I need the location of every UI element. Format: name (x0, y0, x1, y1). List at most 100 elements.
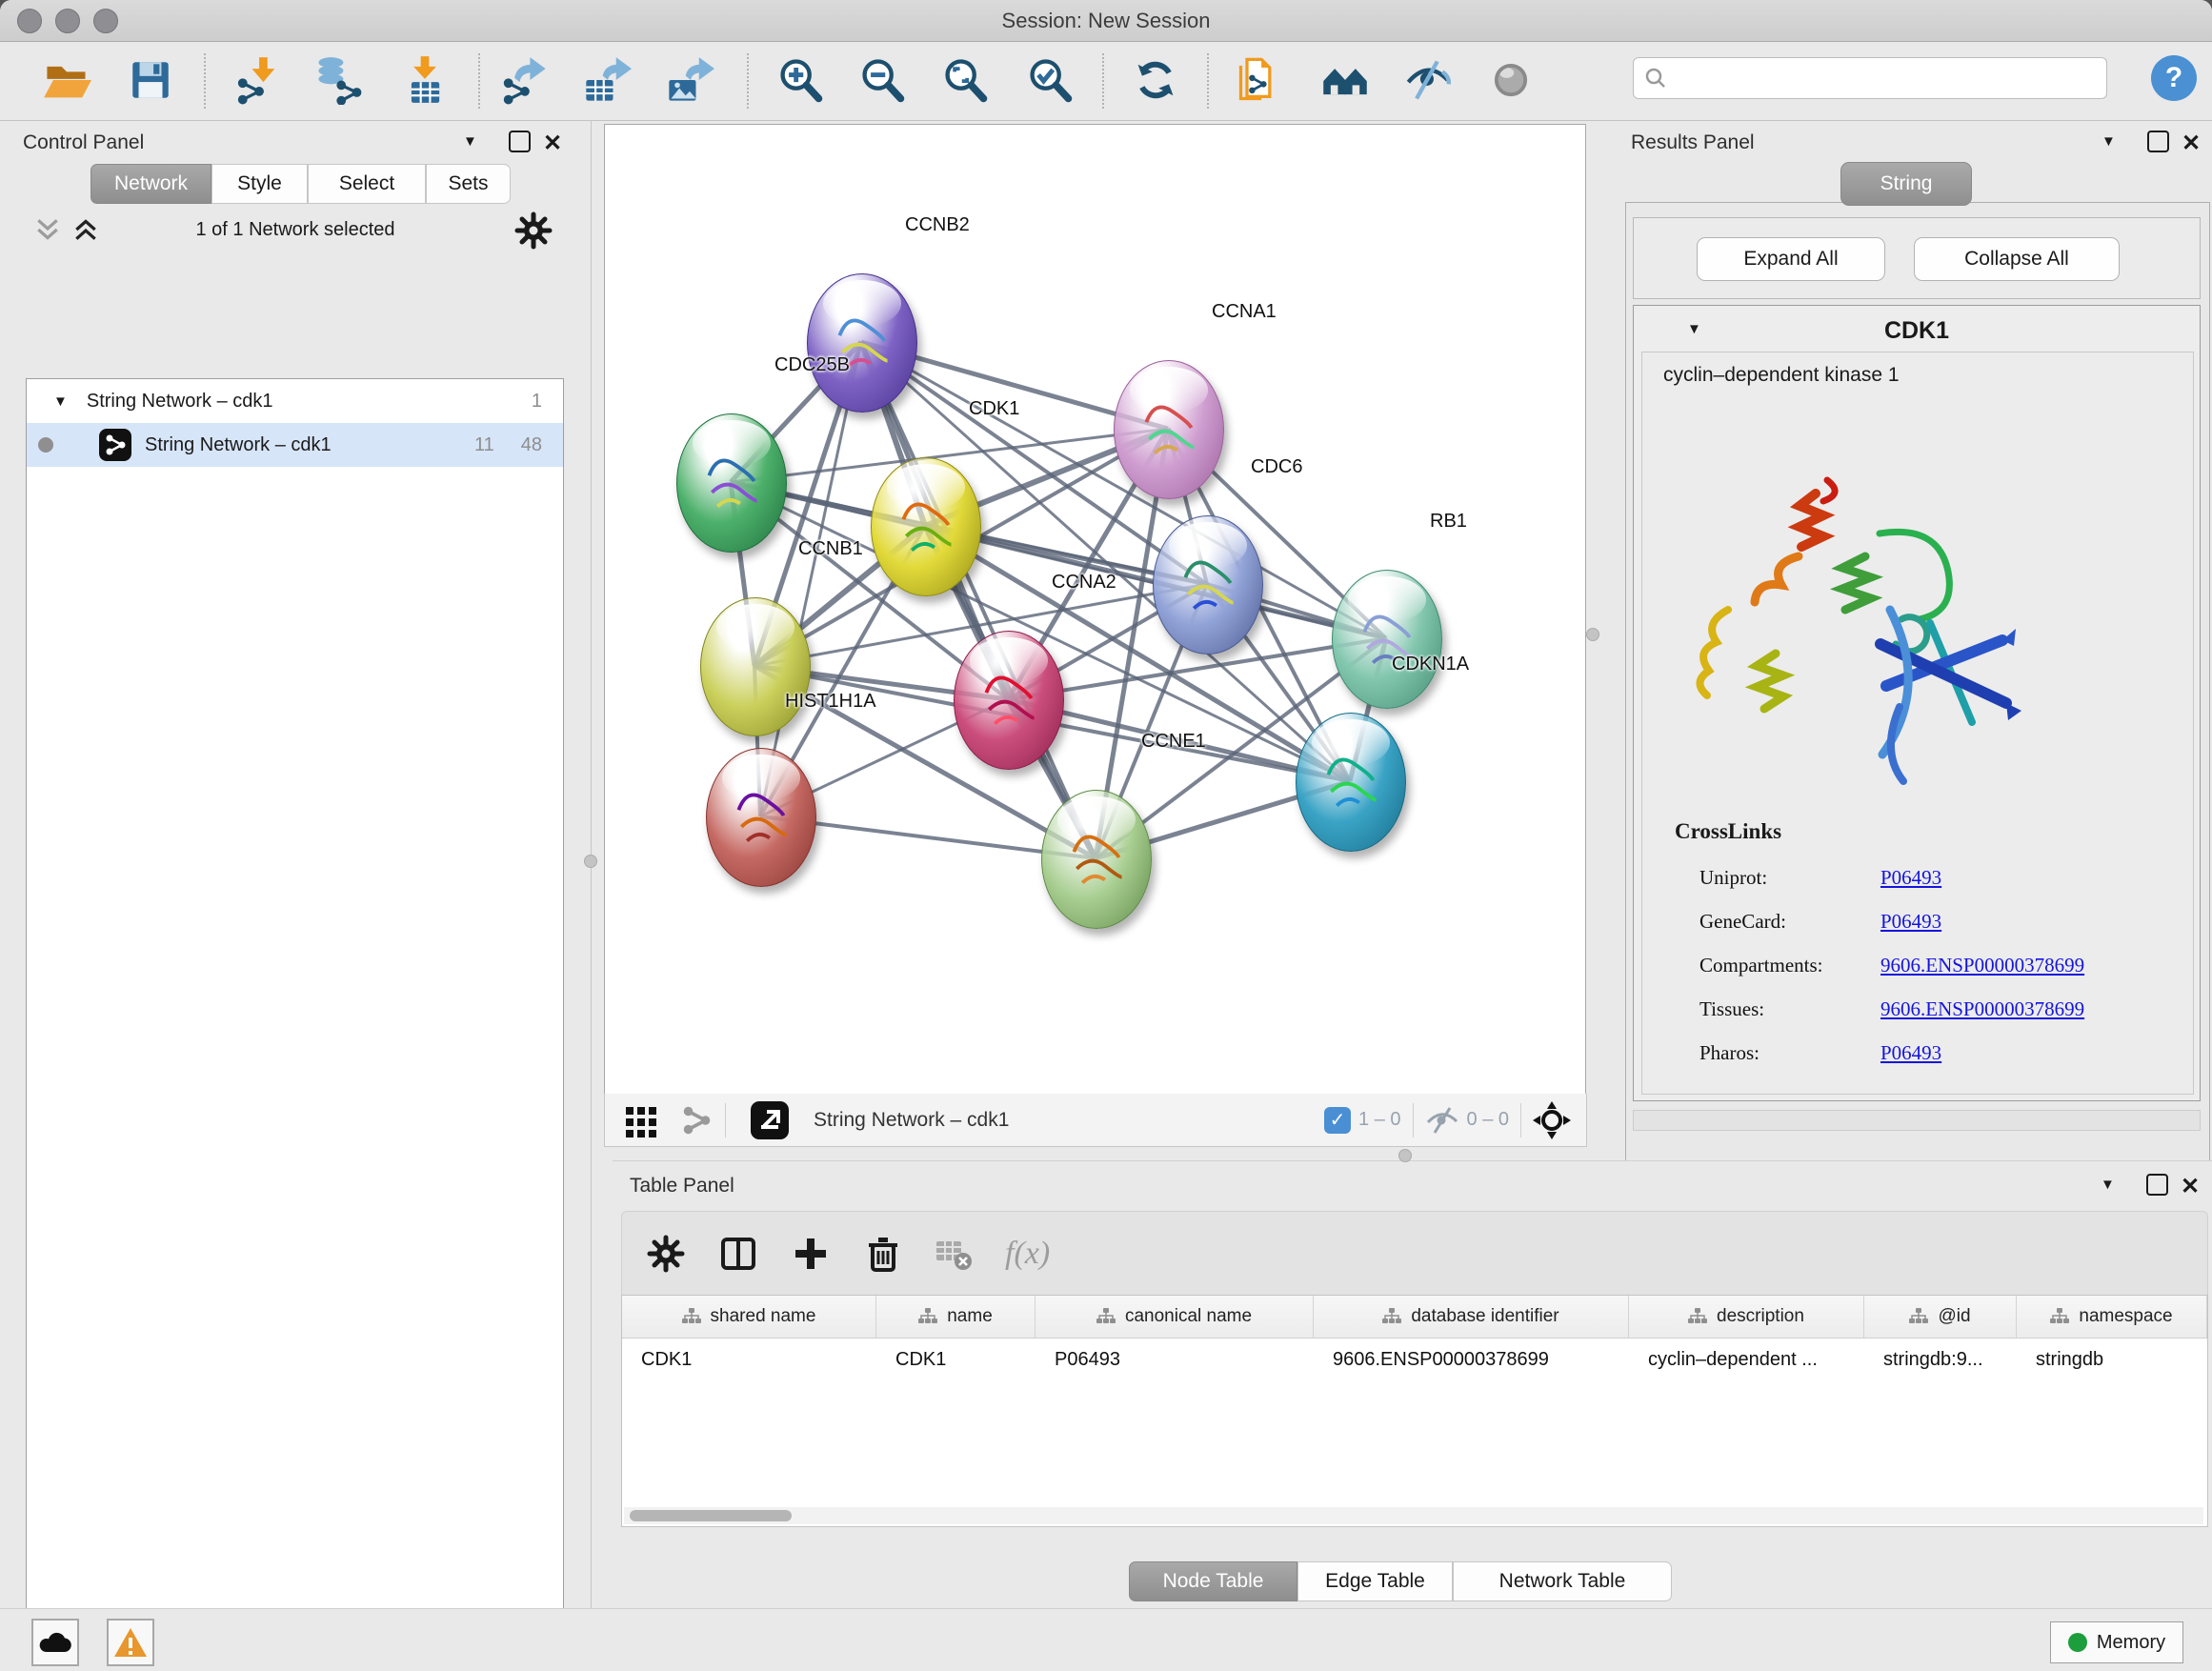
left-splitter-handle[interactable] (584, 855, 597, 868)
toolbar-separator (478, 53, 480, 109)
column-header-label: namespace (2079, 1306, 2172, 1327)
gear-icon[interactable] (514, 211, 553, 254)
network-node-cdkn1a[interactable] (1296, 713, 1406, 852)
tab-network[interactable]: Network (90, 164, 211, 204)
tab-string[interactable]: String (1840, 162, 1972, 206)
network-row-label: String Network – cdk1 (145, 434, 332, 456)
protein-thumbnail (819, 288, 905, 400)
right-splitter-handle[interactable] (1586, 628, 1599, 641)
export-image-button[interactable] (663, 53, 716, 107)
tab-style[interactable]: Style (211, 164, 308, 204)
network-node-hist1h1a[interactable] (706, 748, 816, 887)
refresh-button[interactable] (1129, 53, 1182, 107)
share-file-button[interactable] (1233, 53, 1286, 107)
zoom-fit-button[interactable] (938, 53, 992, 107)
panel-menu-icon[interactable]: ▼ (463, 133, 477, 150)
toolbar-separator (1102, 53, 1104, 109)
cloud-button[interactable] (31, 1619, 79, 1666)
column-header-namespace[interactable]: namespace (2017, 1296, 2207, 1338)
delete-column-icon[interactable] (864, 1234, 902, 1274)
collapse-all-button[interactable]: Collapse All (1914, 237, 2120, 281)
memory-button[interactable]: Memory (2050, 1621, 2183, 1663)
network-node-ccna2[interactable] (954, 631, 1064, 770)
show-panels-button[interactable] (1484, 53, 1538, 107)
import-network-database-button[interactable] (312, 53, 365, 107)
tab-select[interactable]: Select (308, 164, 426, 204)
panel-close-icon[interactable]: ✕ (2182, 130, 2201, 157)
table-gear-icon[interactable] (647, 1235, 685, 1273)
column-header-database-identifier[interactable]: database identifier (1314, 1296, 1629, 1338)
panel-menu-icon[interactable]: ▼ (2101, 133, 2116, 150)
import-table-file-button[interactable] (398, 53, 452, 107)
import-network-file-button[interactable] (231, 53, 285, 107)
network-share-gray-icon[interactable] (679, 1103, 714, 1137)
network-node-ccna1[interactable] (1114, 360, 1224, 499)
network-node-ccnb1[interactable] (700, 597, 811, 736)
selected-checkbox-icon[interactable]: ✓ (1324, 1107, 1351, 1134)
warnings-button[interactable] (107, 1619, 154, 1666)
hide-panels-button[interactable] (1401, 53, 1455, 107)
tree-collapse-icon[interactable]: ▼ (53, 393, 68, 410)
show-columns-icon[interactable] (719, 1235, 757, 1273)
toolbar-search-field[interactable] (1633, 57, 2107, 99)
bottom-splitter-handle[interactable] (1398, 1149, 1412, 1162)
table-cell[interactable]: P06493 (1036, 1339, 1314, 1380)
crosslink-link[interactable]: P06493 (1880, 1041, 1941, 1065)
column-header-name[interactable]: name (876, 1296, 1036, 1338)
search-input[interactable] (1668, 67, 2106, 91)
status-bar: Memory (0, 1608, 2212, 1671)
network-node-cdc6[interactable] (1153, 515, 1263, 654)
network-view-toolbar: String Network – cdk1 ✓ 1 – 0 0 – 0 (604, 1094, 1587, 1147)
network-node-rb1[interactable] (1332, 570, 1442, 709)
hscrollbar-thumb[interactable] (630, 1510, 792, 1521)
zoom-in-button[interactable] (774, 53, 827, 107)
save-session-button[interactable] (124, 53, 177, 107)
open-in-new-icon[interactable] (751, 1101, 789, 1139)
tab-edge-table[interactable]: Edge Table (1297, 1561, 1453, 1601)
crosslink-link[interactable]: 9606.ENSP00000378699 (1880, 954, 2084, 977)
zoom-out-button[interactable] (855, 53, 909, 107)
export-network-button[interactable] (498, 53, 552, 107)
open-session-button[interactable] (40, 53, 93, 107)
column-header--id[interactable]: @id (1864, 1296, 2017, 1338)
panel-float-icon[interactable] (509, 131, 531, 152)
expand-all-button[interactable]: Expand All (1697, 237, 1885, 281)
results-scrollbar[interactable] (1633, 1110, 2201, 1131)
network-collection-row[interactable]: ▼ String Network – cdk1 1 (27, 379, 563, 423)
table-cell[interactable]: 9606.ENSP00000378699 (1314, 1339, 1629, 1380)
panel-close-icon[interactable]: ✕ (543, 130, 562, 157)
zoom-selected-button[interactable] (1023, 53, 1076, 107)
tab-node-table[interactable]: Node Table (1129, 1561, 1297, 1601)
crosslink-link[interactable]: 9606.ENSP00000378699 (1880, 997, 2084, 1021)
grid-view-icon[interactable] (624, 1103, 658, 1137)
export-table-button[interactable] (580, 53, 633, 107)
table-cell[interactable]: CDK1 (876, 1339, 1036, 1380)
crosslink-link[interactable]: P06493 (1880, 866, 1941, 890)
table-cell[interactable]: CDK1 (622, 1339, 876, 1380)
network-node-ccnb2[interactable] (807, 273, 917, 413)
table-cell[interactable]: stringdb:9... (1864, 1339, 2017, 1380)
table-cell[interactable]: stringdb (2017, 1339, 2207, 1380)
tab-sets[interactable]: Sets (426, 164, 511, 204)
add-column-icon[interactable] (792, 1235, 830, 1273)
network-row[interactable]: String Network – cdk1 11 48 (27, 423, 563, 467)
network-node-cdk1[interactable] (871, 457, 981, 596)
network-canvas[interactable]: CCNB2CCNA1CDC25BCDK1CDC6RB1CCNB1CCNA2CDK… (604, 124, 1586, 1096)
help-button[interactable]: ? (2151, 55, 2197, 101)
birdseye-crosshair-icon[interactable] (1533, 1101, 1571, 1139)
column-header-description[interactable]: description (1629, 1296, 1864, 1338)
column-network-icon (918, 1308, 937, 1325)
panel-menu-icon[interactable]: ▼ (2101, 1177, 2115, 1193)
tab-network-table[interactable]: Network Table (1453, 1561, 1672, 1601)
column-header-canonical-name[interactable]: canonical name (1036, 1296, 1314, 1338)
network-node-cdc25b[interactable] (676, 413, 787, 553)
crosslink-link[interactable]: P06493 (1880, 910, 1941, 934)
panel-close-icon[interactable]: ✕ (2181, 1173, 2200, 1200)
panel-float-icon[interactable] (2146, 1174, 2168, 1196)
table-cell[interactable]: cyclin–dependent ... (1629, 1339, 1864, 1380)
network-node-ccne1[interactable] (1041, 790, 1152, 929)
hidden-eye-icon[interactable] (1425, 1106, 1459, 1135)
panel-float-icon[interactable] (2147, 131, 2169, 152)
column-header-shared-name[interactable]: shared name (622, 1296, 876, 1338)
home-button[interactable] (1318, 53, 1372, 107)
